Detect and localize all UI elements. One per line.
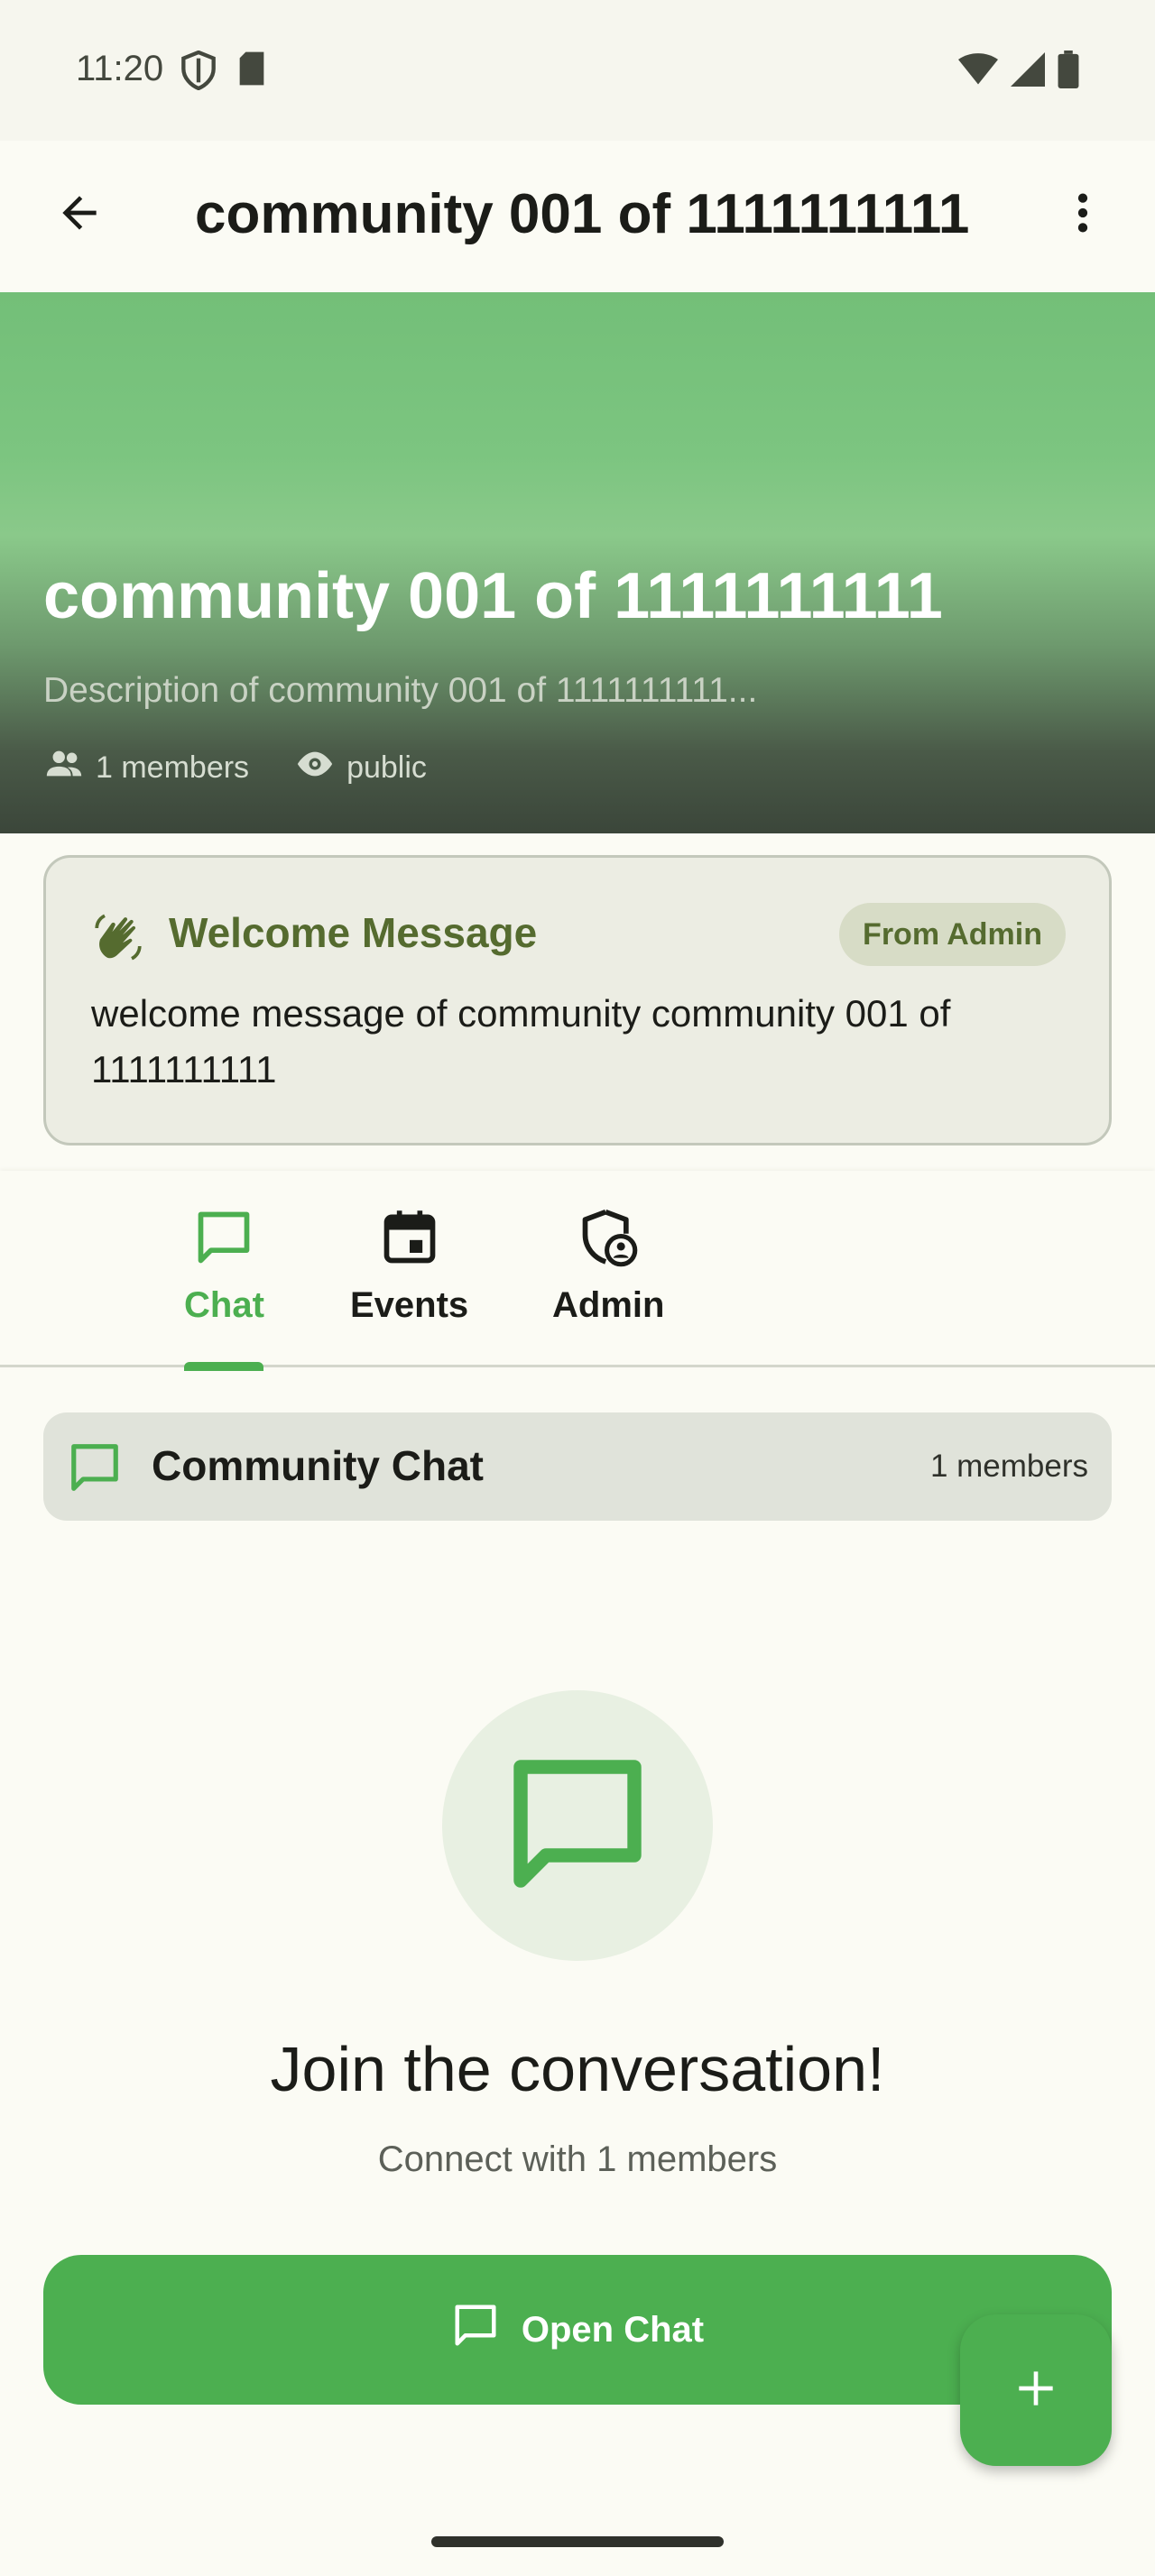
chat-icon <box>193 1207 254 1273</box>
community-description: Description of community 001 of 11111111… <box>43 671 758 710</box>
more-vert-icon <box>1058 188 1108 243</box>
more-options-button[interactable] <box>1047 179 1119 251</box>
open-chat-button[interactable]: Open Chat <box>43 2255 1112 2405</box>
tab-bar: Chat Events Admin <box>0 1171 1155 1367</box>
community-hero-banner: community 001 of 1111111111 Description … <box>0 292 1155 833</box>
tab-events[interactable]: Events <box>350 1207 468 1326</box>
back-button[interactable] <box>43 179 116 251</box>
tab-admin[interactable]: Admin <box>552 1207 664 1326</box>
shield-status-icon <box>180 50 217 95</box>
calendar-icon <box>379 1207 440 1273</box>
visibility-info: public <box>294 743 427 793</box>
tab-chat-label: Chat <box>184 1285 264 1325</box>
welcome-message-card: Welcome Message From Admin welcome messa… <box>43 855 1112 1145</box>
welcome-text: welcome message of community community 0… <box>91 992 951 1090</box>
members-count: 1 members <box>96 750 250 785</box>
plus-icon <box>1011 2363 1061 2418</box>
community-chat-header: Community Chat 1 members <box>43 1412 1112 1521</box>
arrow-back-icon <box>54 188 105 243</box>
chat-icon <box>451 2301 500 2359</box>
chat-members-count: 1 members <box>929 1449 1088 1484</box>
community-chat-title: Community Chat <box>152 1442 484 1489</box>
tab-admin-label: Admin <box>552 1285 665 1325</box>
waving-hand-icon <box>91 910 145 969</box>
community-title: community 001 of 1111111111 <box>43 560 943 632</box>
admin-shield-icon <box>578 1207 639 1273</box>
wifi-icon <box>958 52 998 91</box>
visibility-label: public <box>346 750 427 785</box>
home-indicator[interactable] <box>431 2536 724 2547</box>
battery-icon <box>1058 51 1079 93</box>
empty-state-subtitle: Connect with 1 members <box>377 2139 778 2179</box>
empty-state-title: Join the conversation! <box>270 2034 885 2104</box>
active-tab-indicator <box>184 1362 263 1371</box>
eye-icon <box>294 743 336 793</box>
open-chat-label: Open Chat <box>521 2309 705 2350</box>
tab-chat[interactable]: Chat <box>184 1207 264 1326</box>
add-fab-button[interactable] <box>960 2314 1112 2466</box>
sd-card-icon <box>236 51 267 95</box>
status-time: 11:20 <box>76 49 164 88</box>
community-meta: 1 members public <box>43 743 472 793</box>
chat-icon <box>67 1440 123 1500</box>
signal-icon <box>1011 52 1045 91</box>
app-bar-title: community 001 of 1111111111 <box>195 183 970 245</box>
from-admin-badge: From Admin <box>839 903 1066 966</box>
members-info: 1 members <box>43 743 249 793</box>
people-icon <box>43 743 85 793</box>
welcome-title: Welcome Message <box>169 909 538 956</box>
chat-empty-illustration <box>442 1690 713 1961</box>
app-bar: community 001 of 1111111111 <box>0 141 1155 292</box>
status-bar: 11:20 <box>0 0 1155 141</box>
tab-events-label: Events <box>350 1285 469 1325</box>
chat-bubble-icon <box>502 1748 653 1904</box>
